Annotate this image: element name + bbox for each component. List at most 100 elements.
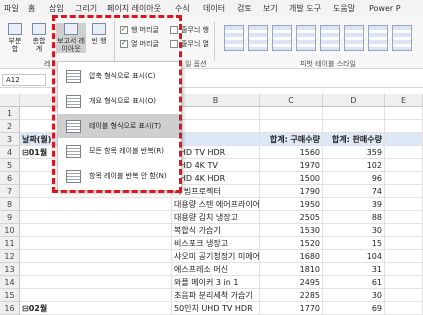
- tab-review[interactable]: 검토: [237, 3, 263, 14]
- pivot-style-1[interactable]: [224, 25, 244, 51]
- row-number[interactable]: 15: [0, 289, 20, 302]
- menu-item-compact-form[interactable]: 압축 형식으로 표시(C): [58, 64, 181, 88]
- row-number[interactable]: 14: [0, 276, 20, 289]
- cell-e[interactable]: [385, 198, 423, 211]
- tab-page-layout[interactable]: 페이지 레이아웃: [107, 3, 175, 14]
- cell-e[interactable]: [385, 289, 423, 302]
- banded-rows-checkbox[interactable]: 줄무늬 행: [170, 25, 209, 35]
- cell-c[interactable]: 1500: [260, 172, 323, 185]
- cell-d[interactable]: 69: [323, 302, 385, 315]
- cell-e[interactable]: [385, 224, 423, 237]
- cell-c[interactable]: 2505: [260, 211, 323, 224]
- row-number[interactable]: 8: [0, 198, 20, 211]
- cell-a[interactable]: [20, 237, 172, 250]
- cell-b[interactable]: 니 빔프로젝터: [172, 185, 260, 198]
- tab-insert[interactable]: 삽입: [49, 3, 75, 14]
- tab-draw[interactable]: 그리기: [75, 3, 107, 14]
- cell-d[interactable]: 104: [323, 250, 385, 263]
- cell-e[interactable]: [385, 211, 423, 224]
- cell-c[interactable]: 1770: [260, 302, 323, 315]
- cell-e[interactable]: [385, 237, 423, 250]
- cell-b[interactable]: 50인치 UHD TV HDR: [172, 302, 260, 315]
- row-number[interactable]: 3: [0, 133, 20, 146]
- cell-b[interactable]: 샤오미 공기청정기 미에어: [172, 250, 260, 263]
- tab-data[interactable]: 데이터: [203, 3, 237, 14]
- row-headers-checkbox[interactable]: 행 머리글: [120, 25, 159, 35]
- row-number[interactable]: 16: [0, 302, 20, 315]
- cell-b[interactable]: 대용량 스텐 에어프라이어: [172, 198, 260, 211]
- cell-c[interactable]: [260, 120, 323, 133]
- row-number[interactable]: 2: [0, 120, 20, 133]
- menu-item-repeat-labels[interactable]: 모든 항목 레이블 반복(R): [58, 139, 181, 163]
- row-number[interactable]: 1: [0, 107, 20, 120]
- blank-rows-button[interactable]: 빈 행: [88, 23, 110, 45]
- cell-b[interactable]: 초음파 분리세척 가습기: [172, 289, 260, 302]
- cell-b[interactable]: ▾: [172, 133, 260, 146]
- cell-a[interactable]: [20, 224, 172, 237]
- cell-c[interactable]: 2495: [260, 276, 323, 289]
- cell-b[interactable]: [172, 107, 260, 120]
- cell-e[interactable]: [385, 185, 423, 198]
- cell-b[interactable]: 대용량 김치 냉장고: [172, 211, 260, 224]
- cell-d[interactable]: 31: [323, 263, 385, 276]
- pivot-style-2[interactable]: [248, 25, 268, 51]
- column-header-e[interactable]: E: [385, 94, 423, 107]
- menu-item-outline-form[interactable]: 개요 형식으로 표시(O): [58, 89, 181, 113]
- cell-b[interactable]: UHD 4K HDR: [172, 172, 260, 185]
- cell-c[interactable]: 합계: 구매수량: [260, 133, 323, 146]
- pivot-style-5[interactable]: [320, 25, 340, 51]
- cell-e[interactable]: [385, 276, 423, 289]
- column-header-b[interactable]: B: [172, 94, 260, 107]
- pivot-style-3[interactable]: [272, 25, 292, 51]
- cell-d[interactable]: 30: [323, 224, 385, 237]
- cell-e[interactable]: [385, 172, 423, 185]
- cell-c[interactable]: 1970: [260, 159, 323, 172]
- row-number[interactable]: 7: [0, 185, 20, 198]
- grandtotals-button[interactable]: 총합 계: [28, 23, 50, 53]
- pivot-style-6[interactable]: [344, 25, 364, 51]
- cell-c[interactable]: 1520: [260, 237, 323, 250]
- cell-b[interactable]: [172, 120, 260, 133]
- tab-file[interactable]: 파일: [4, 3, 28, 14]
- select-all-corner[interactable]: [0, 94, 20, 107]
- cell-b[interactable]: 와플 메이커 3 in 1: [172, 276, 260, 289]
- cell-a[interactable]: [20, 263, 172, 276]
- row-number[interactable]: 9: [0, 211, 20, 224]
- cell-e[interactable]: [385, 107, 423, 120]
- column-headers-checkbox[interactable]: 열 머리글: [120, 39, 159, 49]
- cell-d[interactable]: 96: [323, 172, 385, 185]
- cell-e[interactable]: [385, 159, 423, 172]
- row-number[interactable]: 12: [0, 250, 20, 263]
- cell-a[interactable]: [20, 198, 172, 211]
- row-number[interactable]: 11: [0, 237, 20, 250]
- cell-d[interactable]: [323, 120, 385, 133]
- row-number[interactable]: 4: [0, 146, 20, 159]
- cell-c[interactable]: 1680: [260, 250, 323, 263]
- cell-b[interactable]: 비스포크 냉장고: [172, 237, 260, 250]
- cell-d[interactable]: 88: [323, 211, 385, 224]
- cell-b[interactable]: 복합식 가습기: [172, 224, 260, 237]
- tab-developer[interactable]: 개발 도구: [289, 3, 333, 14]
- cell-c[interactable]: 1530: [260, 224, 323, 237]
- cell-c[interactable]: 1810: [260, 263, 323, 276]
- cell-d[interactable]: 합계: 판매수량: [323, 133, 385, 146]
- cell-c[interactable]: 1790: [260, 185, 323, 198]
- pivot-style-4[interactable]: [296, 25, 316, 51]
- cell-c[interactable]: 1560: [260, 146, 323, 159]
- row-number[interactable]: 6: [0, 172, 20, 185]
- tab-view[interactable]: 보기: [263, 3, 289, 14]
- banded-columns-checkbox[interactable]: 줄무늬 열: [170, 39, 209, 49]
- cell-d[interactable]: 74: [323, 185, 385, 198]
- cell-e[interactable]: [385, 263, 423, 276]
- cell-d[interactable]: 39: [323, 198, 385, 211]
- cell-e[interactable]: [385, 133, 423, 146]
- row-number[interactable]: 5: [0, 159, 20, 172]
- pivot-style-8[interactable]: [392, 25, 412, 51]
- cell-c[interactable]: [260, 107, 323, 120]
- cell-d[interactable]: 30: [323, 289, 385, 302]
- pivot-style-7[interactable]: [368, 25, 388, 51]
- cell-b[interactable]: UHD 4K TV: [172, 159, 260, 172]
- cell-a[interactable]: ⊟02월: [20, 302, 172, 315]
- cell-d[interactable]: 102: [323, 159, 385, 172]
- tab-home[interactable]: 홈: [28, 3, 49, 14]
